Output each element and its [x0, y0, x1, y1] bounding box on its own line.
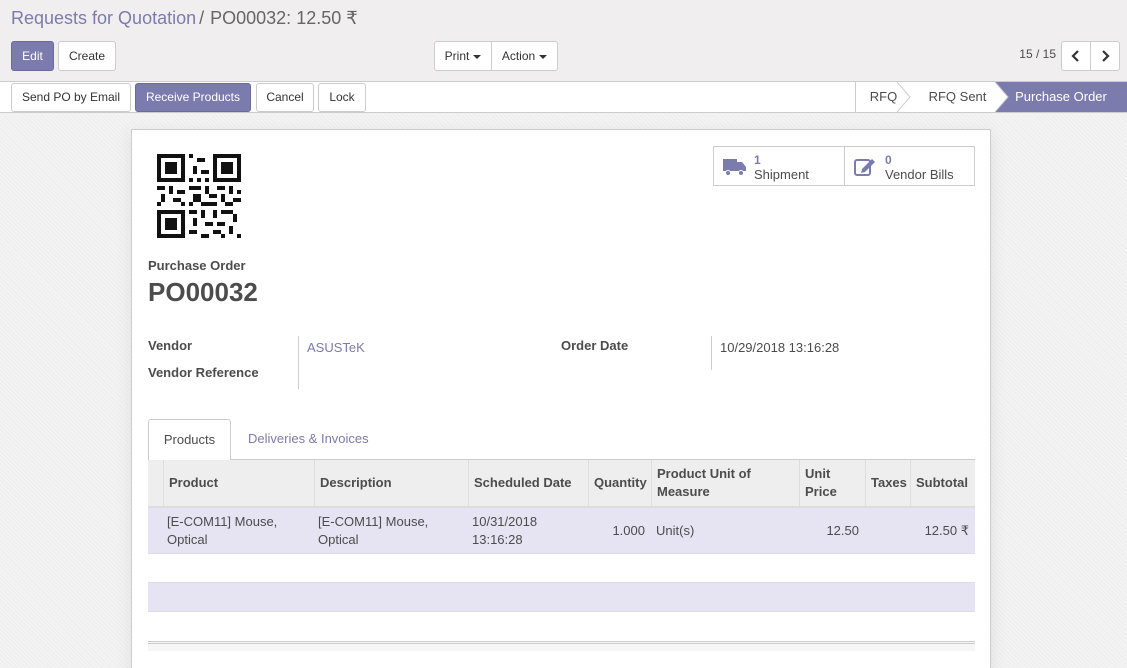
breadcrumb-current: PO00032: 12.50 ₹: [210, 8, 358, 28]
breadcrumb: Requests for Quotation / PO00032: 12.50 ₹: [11, 8, 358, 29]
column-header-description[interactable]: Description: [314, 460, 468, 506]
empty-row: [148, 583, 975, 612]
row-handle-header: [148, 460, 163, 506]
column-header-taxes[interactable]: Taxes: [865, 460, 910, 506]
order-date-field[interactable]: 10/29/2018 13:16:28: [720, 340, 839, 355]
tab-deliveries-invoices[interactable]: Deliveries & Invoices: [248, 419, 369, 460]
vendor-bills-count: 0: [885, 153, 892, 167]
truck-icon: [723, 159, 746, 176]
action-dropdown-button[interactable]: Action: [491, 41, 558, 71]
create-button[interactable]: Create: [58, 41, 116, 71]
caret-down-icon: [473, 54, 482, 59]
chevron-left-icon: [1071, 50, 1079, 62]
action-label: Action: [501, 49, 536, 63]
vendor-field[interactable]: ASUSTeK: [307, 340, 365, 355]
vendor-bills-smart-button[interactable]: 0 Vendor Bills: [844, 146, 975, 186]
column-header-product[interactable]: Product: [163, 460, 314, 506]
column-header-uom[interactable]: Product Unit of Measure: [651, 460, 799, 506]
cell-description: [E-COM11] Mouse, Optical: [318, 514, 429, 547]
stage-arrow-icon: [897, 82, 911, 112]
vendor-label: Vendor: [148, 338, 193, 353]
edit-icon: [854, 159, 875, 176]
notebook-tabs: Products Deliveries & Invoices: [148, 419, 975, 461]
lock-button[interactable]: Lock: [318, 83, 366, 112]
breadcrumb-parent-link[interactable]: Requests for Quotation: [11, 8, 196, 28]
tab-products[interactable]: Products: [148, 419, 231, 461]
pager-value[interactable]: 15 / 15: [1019, 47, 1056, 61]
stage-purchase-order[interactable]: Purchase Order: [995, 82, 1127, 112]
cell-scheduled-date: 10/31/2018 13:16:28: [472, 514, 538, 547]
shipment-smart-button[interactable]: 1 Shipment: [713, 146, 845, 186]
stage-arrow-icon: [995, 82, 1009, 112]
pager-previous-button[interactable]: [1061, 41, 1091, 71]
doc-type-label: Purchase Order: [148, 258, 246, 273]
vendor-reference-field[interactable]: [307, 367, 547, 383]
print-label: Print: [444, 49, 470, 63]
breadcrumb-separator: /: [199, 8, 205, 28]
send-po-by-email-button[interactable]: Send PO by Email: [11, 83, 131, 112]
form-sheet: 1 Shipment 0 Vendor Bills Purchase Order…: [131, 129, 991, 668]
page-title: PO00032: [148, 277, 258, 307]
field-divider: [711, 336, 712, 370]
edit-button[interactable]: Edit: [11, 41, 54, 71]
cell-subtotal: 12.50 ₹: [924, 523, 969, 538]
chevron-right-icon: [1102, 50, 1110, 62]
vendor-reference-label: Vendor Reference: [148, 365, 259, 380]
column-header-quantity[interactable]: Quantity: [588, 460, 651, 506]
status-bar: Send PO by Email Receive Products Cancel…: [0, 81, 1127, 113]
table-row[interactable]: [E-COM11] Mouse, Optical [E-COM11] Mouse…: [148, 508, 975, 554]
table-footer: [148, 641, 975, 651]
print-dropdown-button[interactable]: Print: [434, 41, 492, 71]
receive-products-button[interactable]: Receive Products: [135, 83, 251, 112]
qr-code-icon: [157, 154, 241, 238]
pager-next-button[interactable]: [1090, 41, 1120, 71]
table-header: Product Description Scheduled Date Quant…: [148, 460, 975, 508]
field-divider: [298, 336, 299, 389]
stage-rfq-sent[interactable]: RFQ Sent: [915, 82, 1000, 112]
shipment-label: Shipment: [754, 167, 809, 182]
cancel-button[interactable]: Cancel: [256, 83, 314, 112]
empty-row: [148, 554, 975, 583]
column-header-scheduled-date[interactable]: Scheduled Date: [468, 460, 588, 506]
vendor-bills-label: Vendor Bills: [885, 167, 954, 182]
column-header-unit-price[interactable]: Unit Price: [799, 460, 865, 506]
cell-quantity: 1.000: [612, 523, 645, 538]
control-panel: Requests for Quotation / PO00032: 12.50 ₹ …: [0, 0, 1127, 81]
cell-taxes: [865, 508, 910, 554]
column-header-subtotal[interactable]: Subtotal: [910, 460, 975, 506]
shipment-count: 1: [754, 153, 761, 167]
cell-uom: Unit(s): [656, 523, 695, 538]
cell-product: [E-COM11] Mouse, Optical: [167, 514, 278, 547]
order-date-label: Order Date: [561, 338, 629, 353]
cell-unit-price: 12.50: [826, 523, 859, 538]
caret-down-icon: [539, 54, 548, 59]
